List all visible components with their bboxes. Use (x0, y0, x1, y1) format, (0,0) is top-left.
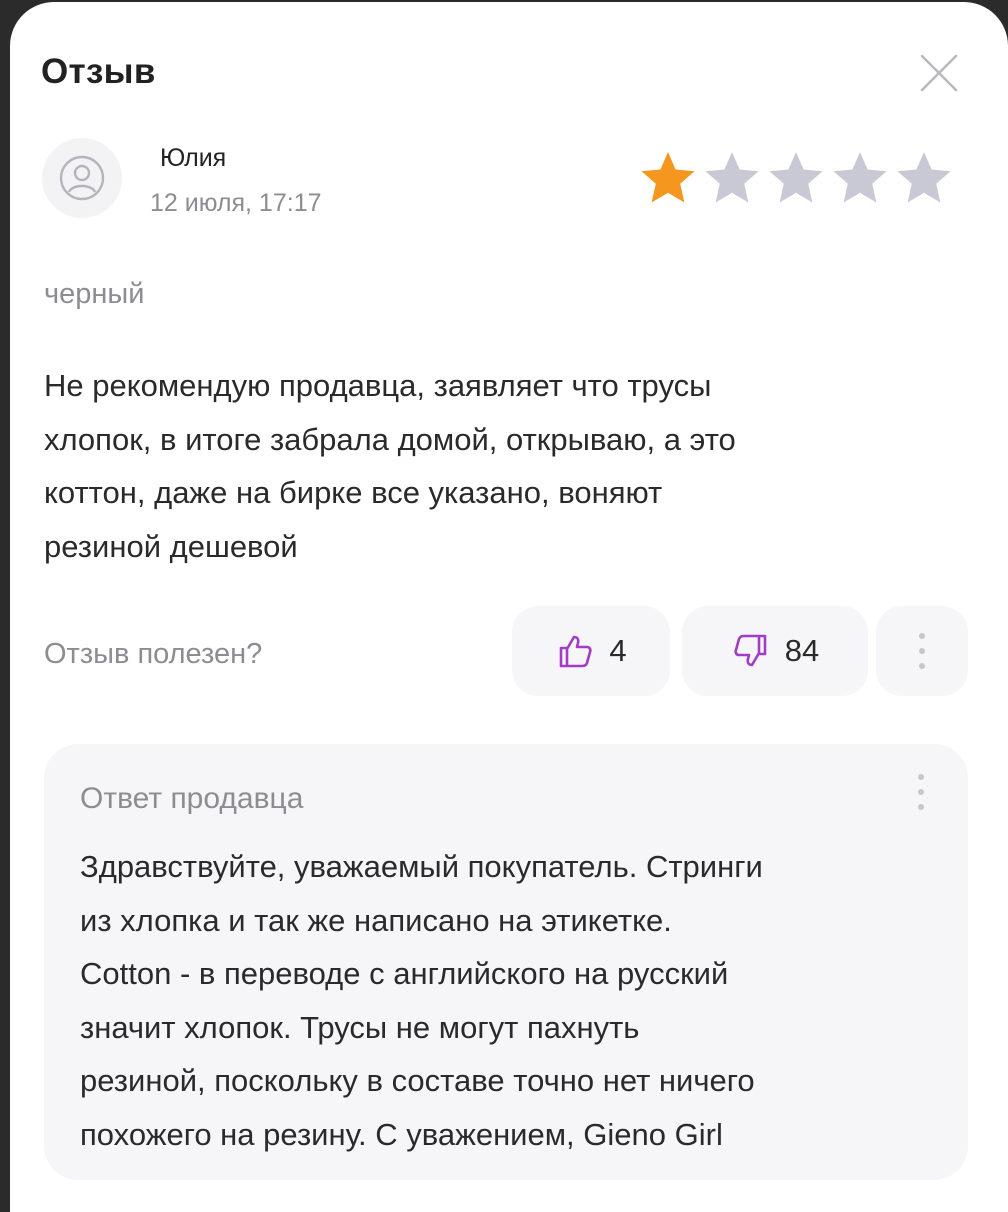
star-icon (769, 152, 823, 203)
like-button[interactable]: 4 (512, 606, 670, 696)
rating-stars (638, 148, 954, 208)
star-icon (833, 152, 887, 203)
thumbs-down-icon (734, 634, 767, 667)
helpful-label: Отзыв полезен? (44, 638, 263, 670)
more-vertical-icon (918, 774, 924, 810)
star-icon (705, 152, 759, 203)
star-icon (641, 152, 695, 203)
user-icon (59, 155, 105, 201)
product-variant: черный (44, 278, 145, 310)
review-text: Не рекомендую продавца, заявляет что тру… (44, 368, 736, 564)
dislike-button[interactable]: 84 (682, 606, 868, 696)
seller-reply: Ответ продавца Здравствуйте, уважаемый п… (44, 744, 968, 1180)
more-vertical-icon (919, 633, 925, 669)
dislike-count: 84 (784, 633, 820, 668)
modal-title: Отзыв (41, 52, 156, 91)
seller-reply-title: Ответ продавца (80, 782, 304, 815)
close-icon[interactable] (916, 50, 962, 96)
review-date: 12 июля, 17:17 (150, 189, 322, 217)
avatar (42, 138, 122, 218)
author-name: Юлия (160, 144, 227, 172)
review-modal: Отзыв Юлия 12 июля, 17:17 черный Не реко… (10, 2, 1008, 1212)
seller-reply-more-button[interactable] (918, 774, 924, 810)
like-count: 4 (609, 633, 627, 668)
thumbs-up-icon (560, 635, 593, 668)
star-icon (897, 152, 951, 203)
review-more-button[interactable] (876, 606, 968, 696)
seller-reply-text: Здравствуйте, уважаемый покупатель. Стри… (80, 849, 763, 1152)
